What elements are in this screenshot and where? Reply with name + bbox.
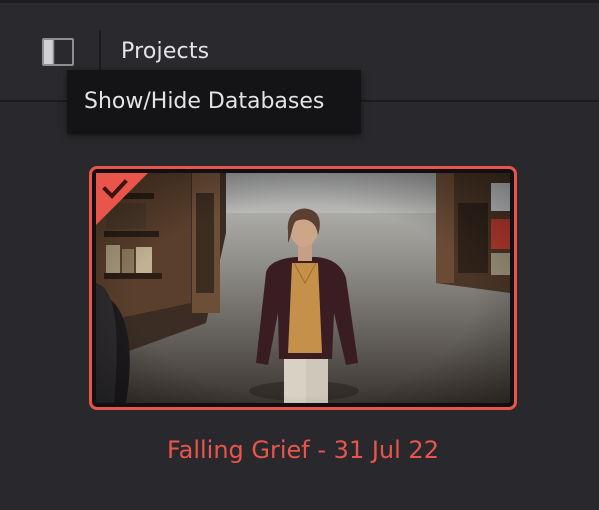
tooltip-text: Show/Hide Databases xyxy=(84,89,325,114)
project-thumbnail xyxy=(96,173,510,403)
project-name-label[interactable]: Falling Grief - 31 Jul 22 xyxy=(89,434,517,466)
project-manager-window: Projects Falling Grief - 31 Jul 22 Show/… xyxy=(0,0,599,510)
sidebar-panel-icon xyxy=(42,38,74,66)
selected-indicator xyxy=(96,173,148,225)
tooltip: Show/Hide Databases xyxy=(67,70,361,134)
show-hide-databases-button[interactable] xyxy=(38,34,78,70)
toolbar-separator xyxy=(99,30,101,72)
page-title: Projects xyxy=(121,39,210,64)
project-card[interactable] xyxy=(89,166,517,410)
